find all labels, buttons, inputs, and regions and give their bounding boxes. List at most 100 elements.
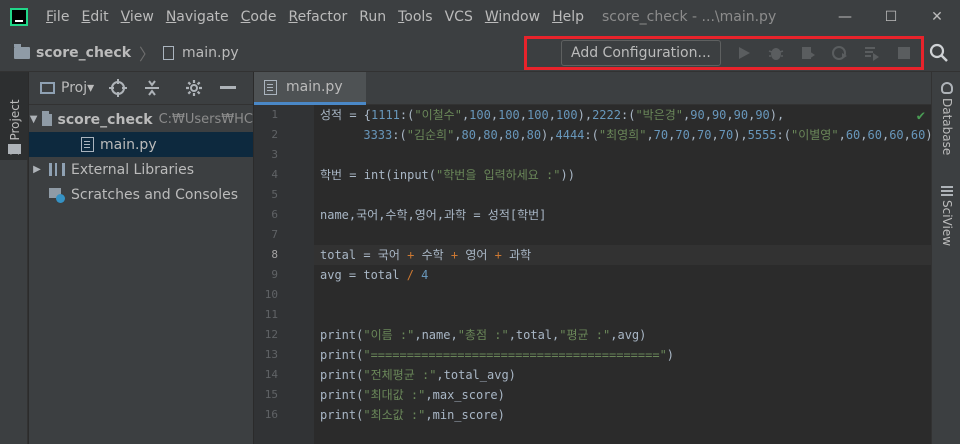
line-number: 7: [271, 228, 278, 241]
tool-tab-sciview-label: SciView: [940, 200, 954, 247]
gear-icon[interactable]: [184, 78, 204, 98]
code-line[interactable]: 학번 = int(input("학번을 입력하세요 :")): [314, 165, 931, 185]
project-view-label: Proj▾: [61, 80, 95, 96]
line-number: 12: [264, 328, 278, 341]
code-area[interactable]: ✔ 성적 = {1111:("이철수",100,100,100,100),222…: [314, 105, 931, 444]
menu-navigate[interactable]: Navigate: [160, 0, 235, 34]
tree-item-external-libraries-label: External Libraries: [71, 161, 194, 178]
breadcrumb-separator: 〉: [139, 44, 156, 64]
editor: main.py 1 2 3 4 5 6 7 8 9 10 11 12 13 14…: [254, 72, 931, 444]
menu-refactor[interactable]: Refactor: [282, 0, 353, 34]
menu-code[interactable]: Code: [235, 0, 283, 34]
minimize-button[interactable]: —: [822, 0, 868, 34]
project-view-icon: [40, 82, 55, 94]
library-icon: [49, 163, 65, 176]
add-configuration-button[interactable]: Add Configuration...: [561, 40, 721, 66]
line-number: 10: [264, 288, 278, 301]
editor-tab-bar: main.py: [254, 72, 931, 105]
code-line[interactable]: print("최소값 :",min_score): [314, 405, 931, 425]
right-tool-strip: Database SciView: [931, 72, 960, 444]
profile-icon[interactable]: [831, 44, 849, 62]
chevron-down-icon[interactable]: ▼: [29, 114, 38, 125]
menu-bar: File Edit View Navigate Code Refactor Ru…: [40, 0, 590, 34]
menu-file[interactable]: File: [40, 0, 75, 34]
concurrency-diagram-icon[interactable]: [863, 44, 881, 62]
code-line[interactable]: print("=================================…: [314, 345, 931, 365]
line-number: 1: [271, 108, 278, 121]
breadcrumb-file[interactable]: main.py: [182, 45, 239, 61]
menu-vcs[interactable]: VCS: [439, 0, 479, 34]
menu-view[interactable]: View: [115, 0, 160, 34]
tree-item-root[interactable]: ▼ score_check C:₩Users₩HC: [29, 107, 253, 132]
code-line[interactable]: print("이름 :",name,"총점 :",total,"평균 :",av…: [314, 325, 931, 345]
tree-item-root-path: C:₩Users₩HC: [158, 112, 253, 127]
line-number: 16: [264, 408, 278, 421]
close-button[interactable]: ✕: [914, 0, 960, 34]
search-icon[interactable]: [929, 43, 949, 63]
line-number: 9: [271, 268, 278, 281]
code-line[interactable]: avg = total / 4: [314, 265, 931, 285]
left-tool-strip: 1: Project: [0, 72, 28, 444]
tree-item-root-label: score_check: [57, 111, 153, 128]
line-number: 11: [264, 308, 278, 321]
python-file-icon: [264, 79, 277, 95]
project-toolbar: Proj▾: [29, 72, 253, 105]
code-line[interactable]: print("최대값 :",max_score): [314, 385, 931, 405]
tree-item-scratches[interactable]: Scratches and Consoles: [29, 182, 253, 207]
menu-run[interactable]: Run: [353, 0, 392, 34]
python-file-icon: [81, 137, 94, 152]
hide-panel-icon[interactable]: [218, 78, 238, 98]
menu-tools[interactable]: Tools: [392, 0, 439, 34]
run-icon[interactable]: [735, 44, 753, 62]
navigation-bar: score_check 〉 main.py Add Configuration.…: [0, 34, 960, 72]
project-tree: ▼ score_check C:₩Users₩HC main.py ▶ Exte…: [29, 105, 253, 207]
tree-item-main-py-label: main.py: [100, 136, 157, 153]
locate-icon[interactable]: [108, 78, 128, 98]
code-line[interactable]: [314, 305, 931, 325]
window-controls: — ☐ ✕: [822, 0, 960, 34]
menu-edit[interactable]: Edit: [75, 0, 114, 34]
code-line[interactable]: [314, 185, 931, 205]
code-line[interactable]: [314, 225, 931, 245]
line-number: 4: [271, 168, 278, 181]
tool-tab-database[interactable]: Database: [936, 82, 958, 155]
tool-tab-project[interactable]: 1: Project: [0, 72, 28, 160]
code-line[interactable]: 성적 = {1111:("이철수",100,100,100,100),2222:…: [314, 105, 931, 125]
chevron-right-icon[interactable]: ▶: [29, 164, 45, 175]
checkmark-icon: ✔: [916, 108, 925, 124]
debug-icon[interactable]: [767, 44, 785, 62]
tool-tab-sciview[interactable]: SciView: [936, 184, 958, 246]
maximize-button[interactable]: ☐: [868, 0, 914, 34]
tab-main-py-label: main.py: [286, 79, 343, 95]
folder-icon: [14, 43, 30, 59]
folder-icon: [42, 110, 52, 126]
code-line[interactable]: print("전체평균 :",total_avg): [314, 365, 931, 385]
line-number: 3: [271, 148, 278, 161]
title-bar: File Edit View Navigate Code Refactor Ru…: [0, 0, 960, 34]
line-number: 15: [264, 388, 278, 401]
code-line[interactable]: 3333:("김순희",80,80,80,80),4444:("최영희",70,…: [314, 125, 931, 145]
breadcrumb-project[interactable]: score_check: [36, 45, 131, 61]
breadcrumb: score_check 〉 main.py: [0, 41, 239, 65]
tree-item-main-py[interactable]: main.py: [29, 132, 253, 157]
menu-window[interactable]: Window: [479, 0, 546, 34]
project-view-selector[interactable]: Proj▾: [40, 80, 94, 96]
code-line[interactable]: total = 국어 + 수학 + 영어 + 과학: [314, 245, 931, 265]
line-number: 2: [271, 128, 278, 141]
code-line[interactable]: name,국어,수학,영어,과학 = 성적[학번]: [314, 205, 931, 225]
tree-item-scratches-label: Scratches and Consoles: [71, 186, 238, 203]
code-line[interactable]: [314, 145, 931, 165]
stop-icon[interactable]: [895, 44, 913, 62]
scratches-icon: [49, 187, 65, 203]
folder-icon: [8, 144, 21, 154]
tab-main-py[interactable]: main.py: [254, 72, 366, 105]
file-icon: [163, 45, 175, 60]
window-title: score_check - ...\main.py: [602, 9, 777, 25]
run-toolbar-highlight: Add Configuration...: [524, 36, 924, 70]
code-line[interactable]: [314, 285, 931, 305]
database-icon: [941, 82, 953, 94]
collapse-all-icon[interactable]: [142, 78, 162, 98]
menu-help[interactable]: Help: [546, 0, 590, 34]
run-with-coverage-icon[interactable]: [799, 44, 817, 62]
tree-item-external-libraries[interactable]: ▶ External Libraries: [29, 157, 253, 182]
